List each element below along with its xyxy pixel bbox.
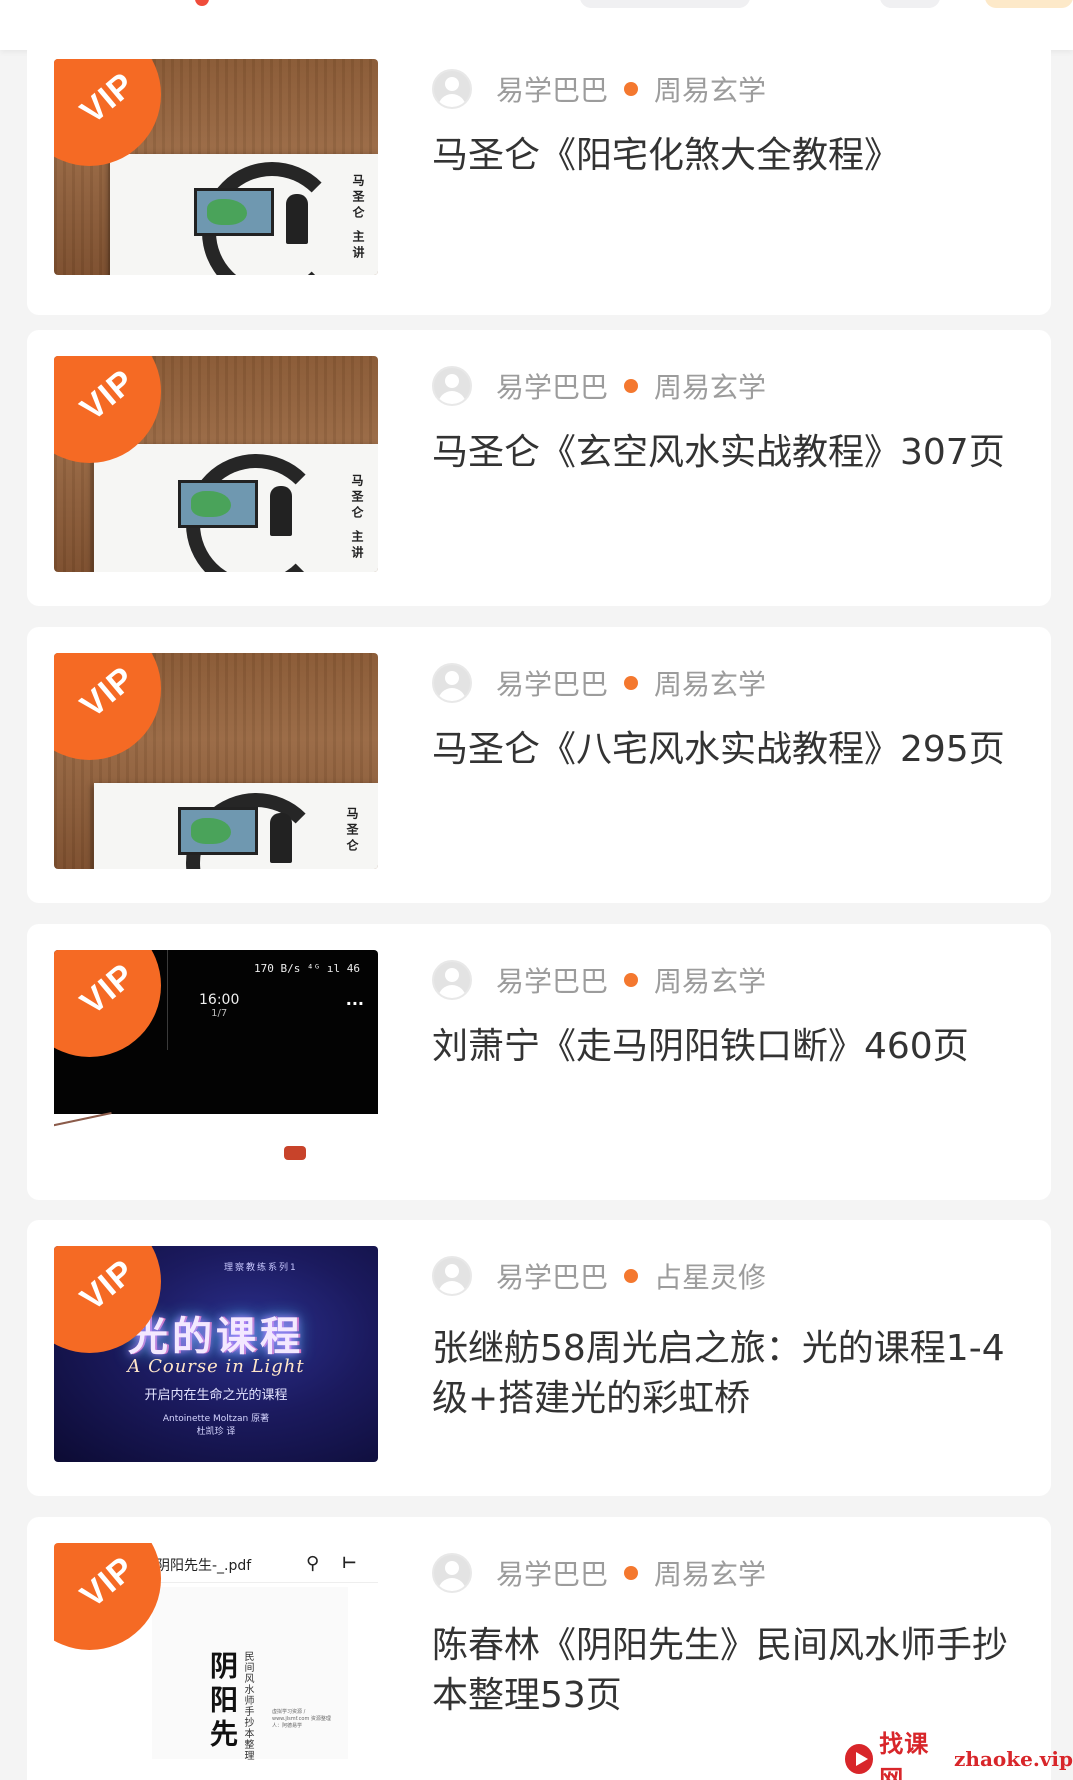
course-card[interactable]: 马圣仑 VIP 易学巴巴 周易玄学 马圣仑《八宅风水实战教程》295页 — [27, 627, 1051, 903]
author-name[interactable]: 易学巴巴 — [496, 69, 608, 109]
cover-author: Antoinette Moltzan 原著 — [162, 1414, 270, 1424]
top-tab-pill[interactable] — [880, 0, 940, 8]
more-icon: ··· — [345, 994, 364, 1013]
course-title[interactable]: 刘萧宁《走马阴阳铁口断》460页 — [432, 1022, 1032, 1072]
category-name[interactable]: 周易玄学 — [654, 1553, 766, 1593]
avatar-icon[interactable] — [432, 663, 472, 703]
course-card[interactable]: 170 B/s ⁴ᴳ ıl 46 16:00 1/7 ··· VIP 易学巴巴 … — [27, 924, 1051, 1200]
expand-icon: ⊢ — [342, 1553, 357, 1572]
top-indicator — [195, 0, 209, 6]
course-title[interactable]: 陈春林《阴阳先生》民间风水师手抄本整理53页 — [432, 1621, 1022, 1721]
cover-translator: 杜凯珍 译 — [196, 1427, 236, 1437]
card-meta: 易学巴巴 占星灵修 — [432, 1256, 766, 1296]
cover-vertical-text: 马圣仑 主讲 — [350, 474, 364, 563]
category-name[interactable]: 周易玄学 — [654, 366, 766, 406]
separator-dot — [624, 973, 639, 987]
cover-vertical-text: 马圣仑 主讲 — [351, 174, 365, 263]
avatar-icon[interactable] — [432, 1256, 472, 1296]
watermark-cn: 找课网 — [879, 1730, 930, 1780]
avatar-icon[interactable] — [432, 960, 472, 1000]
play-icon — [845, 1744, 874, 1774]
cover-series: 理察教练系列1 — [224, 1263, 298, 1273]
author-name[interactable]: 易学巴巴 — [496, 366, 608, 406]
top-tab-pill[interactable] — [580, 0, 750, 8]
separator-dot — [624, 82, 639, 96]
course-card[interactable]: 马圣仑 主讲 VIP 易学巴巴 周易玄学 马圣仑《阳宅化煞大全教程》 — [27, 39, 1051, 315]
branch-decoration — [54, 1111, 116, 1145]
pdf-cover-title: 阴阳先 — [206, 1651, 239, 1753]
card-meta: 易学巴巴 周易玄学 — [432, 366, 766, 406]
separator-dot — [624, 1269, 639, 1283]
card-meta: 易学巴巴 周易玄学 — [432, 663, 766, 703]
course-thumbnail[interactable]: 阴阳先生-_.pdf ⚲ ⊢ 阴阳先 民间风水师手抄本整理 虚拟学习资源 / w… — [54, 1543, 378, 1780]
pdf-cover-subtitle: 民间风水师手抄本整理 — [242, 1651, 253, 1761]
separator-dot — [624, 1566, 639, 1580]
course-thumbnail[interactable]: 马圣仑 主讲 VIP — [54, 59, 378, 275]
course-title[interactable]: 马圣仑《玄空风水实战教程》307页 — [432, 428, 1032, 478]
search-icon: ⚲ — [306, 1553, 320, 1574]
separator-dot — [624, 676, 639, 690]
course-title[interactable]: 张继舫58周光启之旅：光的课程1-4级+搭建光的彩虹桥 — [432, 1324, 1022, 1424]
course-thumbnail[interactable]: 理察教练系列1 光的课程 A Course in Light 开启内在生命之光的… — [54, 1246, 378, 1462]
category-name[interactable]: 周易玄学 — [654, 69, 766, 109]
separator-dot — [624, 379, 639, 393]
book-cover: 马圣仑 主讲 — [110, 154, 378, 275]
book-cover: 马圣仑 主讲 — [94, 444, 378, 572]
course-thumbnail[interactable]: 马圣仑 主讲 VIP — [54, 356, 378, 572]
status-bar: 170 B/s ⁴ᴳ ıl 46 — [254, 962, 360, 975]
card-meta: 易学巴巴 周易玄学 — [432, 69, 766, 109]
watermark: 找课网 zhaoke.vip — [845, 1730, 1073, 1780]
avatar-icon[interactable] — [432, 366, 472, 406]
cover-subtitle: 开启内在生命之光的课程 — [144, 1388, 288, 1403]
cover-vertical-text: 马圣仑 — [345, 807, 359, 855]
seal-decoration — [284, 1146, 306, 1160]
author-name[interactable]: 易学巴巴 — [496, 1553, 608, 1593]
author-name[interactable]: 易学巴巴 — [496, 1256, 608, 1296]
avatar-icon[interactable] — [432, 69, 472, 109]
category-name[interactable]: 占星灵修 — [654, 1256, 766, 1296]
book-cover: 马圣仑 — [94, 783, 378, 869]
course-thumbnail[interactable]: 170 B/s ⁴ᴳ ıl 46 16:00 1/7 ··· VIP — [54, 950, 378, 1166]
avatar-icon[interactable] — [432, 1553, 472, 1593]
pdf-filename: 阴阳先生-_.pdf — [156, 1558, 252, 1574]
top-action-pill[interactable] — [985, 0, 1073, 8]
course-card[interactable]: 马圣仑 主讲 VIP 易学巴巴 周易玄学 马圣仑《玄空风水实战教程》307页 — [27, 330, 1051, 606]
clock: 16:00 1/7 — [199, 992, 240, 1019]
category-name[interactable]: 周易玄学 — [654, 960, 766, 1000]
course-title[interactable]: 马圣仑《八宅风水实战教程》295页 — [432, 725, 1032, 775]
author-name[interactable]: 易学巴巴 — [496, 960, 608, 1000]
course-card[interactable]: 理察教练系列1 光的课程 A Course in Light 开启内在生命之光的… — [27, 1220, 1051, 1496]
watermark-en: zhaoke.vip — [954, 1747, 1073, 1771]
category-name[interactable]: 周易玄学 — [654, 663, 766, 703]
card-meta: 易学巴巴 周易玄学 — [432, 1553, 766, 1593]
author-name[interactable]: 易学巴巴 — [496, 663, 608, 703]
course-title[interactable]: 马圣仑《阳宅化煞大全教程》 — [432, 131, 1032, 181]
course-thumbnail[interactable]: 马圣仑 VIP — [54, 653, 378, 869]
cover-english-title: A Course in Light — [127, 1356, 305, 1377]
card-meta: 易学巴巴 周易玄学 — [432, 960, 766, 1000]
bottom-handle — [500, 1770, 580, 1780]
pdf-cover-note: 虚拟学习资源 / www.jlsmf.com 资源整理人：阿德易学 — [272, 1709, 331, 1729]
